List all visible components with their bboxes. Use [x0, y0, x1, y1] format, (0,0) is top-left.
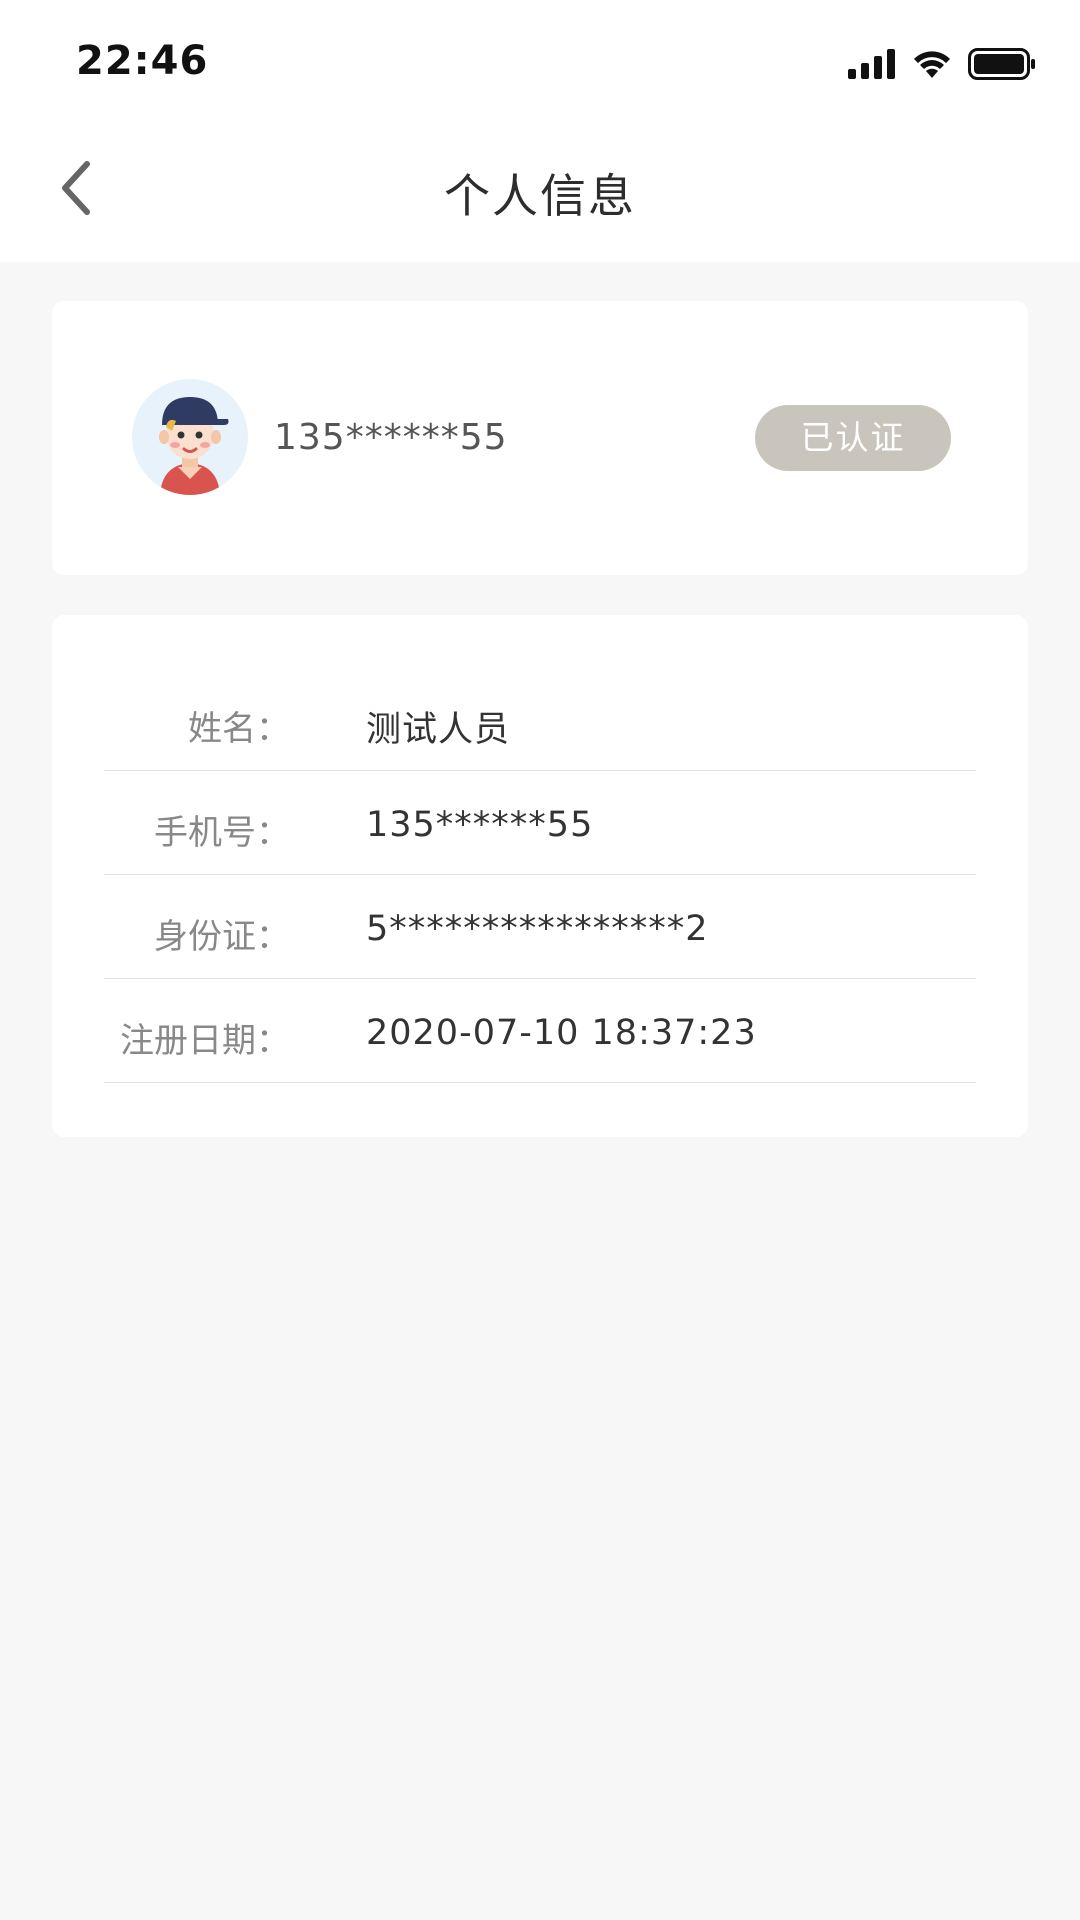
profile-phone: 135******55	[274, 417, 508, 458]
status-time: 22:46	[76, 38, 209, 84]
info-row-id-card: 身份证： 5****************2	[104, 875, 976, 979]
phone-value: 135******55	[366, 805, 594, 845]
register-date-label: 注册日期：	[120, 1021, 290, 1061]
profile-card: 135******55 已认证	[52, 301, 1028, 575]
status-bar: 22:46	[0, 0, 1080, 120]
info-card: 姓名： 测试人员 手机号： 135******55 身份证： 5********…	[52, 615, 1028, 1137]
nav-bar: 个人信息	[0, 120, 1080, 262]
wifi-icon	[914, 51, 950, 78]
battery-icon	[968, 48, 1035, 80]
name-value: 测试人员	[366, 710, 511, 750]
verified-badge: 已认证	[755, 405, 951, 471]
register-date-value: 2020-07-10 18:37:23	[366, 1013, 757, 1053]
phone-label: 手机号：	[154, 813, 290, 853]
id-card-label: 身份证：	[154, 917, 290, 957]
info-row-phone: 手机号： 135******55	[104, 771, 976, 875]
name-label: 姓名：	[188, 709, 290, 749]
avatar	[132, 379, 248, 495]
user-avatar-icon	[159, 397, 229, 495]
signal-icon	[848, 49, 895, 79]
page-title: 个人信息	[444, 169, 636, 223]
info-row-register-date: 注册日期： 2020-07-10 18:37:23	[104, 979, 976, 1083]
header: 22:46 个人信息	[0, 0, 1080, 262]
info-row-name: 姓名： 测试人员	[104, 667, 976, 771]
id-card-value: 5****************2	[366, 909, 709, 949]
status-icons	[848, 44, 1036, 84]
